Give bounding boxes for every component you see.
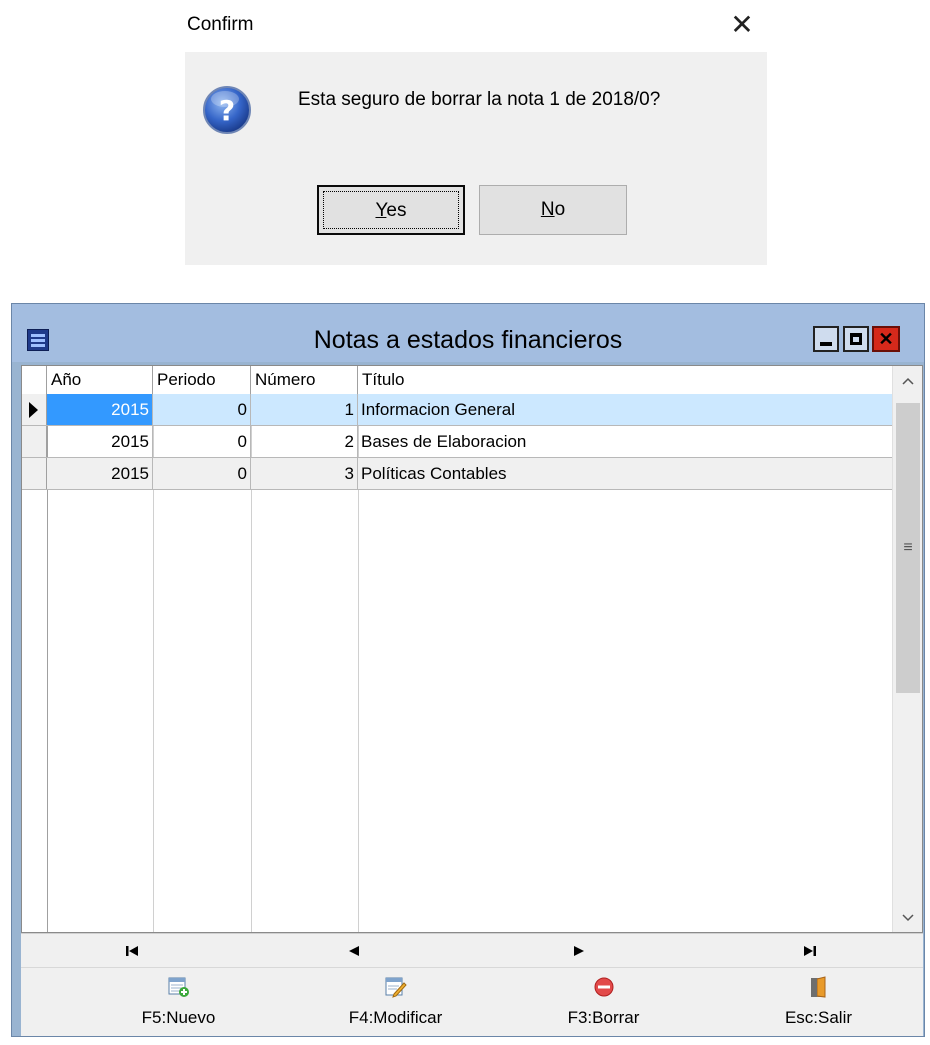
cell-title[interactable]: Políticas Contables: [358, 458, 892, 489]
record-navigator: [21, 933, 923, 968]
column-header-number[interactable]: Número: [251, 366, 358, 394]
delete-record-icon: [594, 977, 613, 997]
edit-label: F4:Modificar: [348, 1008, 443, 1027]
cell-number[interactable]: 1: [251, 394, 358, 425]
vertical-scrollbar[interactable]: ≡: [892, 366, 922, 932]
row-indicator: [22, 394, 47, 425]
new-record-icon: [168, 977, 189, 997]
confirm-dialog: Confirm ✕ ? Esta seguro de borrar la not…: [185, 0, 767, 265]
no-mnemonic: N: [540, 199, 555, 220]
dialog-titlebar: Confirm ✕: [185, 0, 767, 52]
cell-number[interactable]: 2: [251, 426, 358, 457]
dialog-close-icon[interactable]: ✕: [725, 8, 759, 42]
cell-period[interactable]: 0: [153, 394, 251, 425]
first-icon: [126, 946, 138, 956]
dialog-message: Esta seguro de borrar la nota 1 de 2018/…: [298, 89, 661, 110]
dialog-title: Confirm: [187, 14, 254, 35]
minimize-button[interactable]: [813, 326, 839, 352]
new-button[interactable]: F5:Nuevo: [66, 968, 291, 1036]
cell-year[interactable]: 2015: [47, 394, 153, 425]
table-row[interactable]: 2015 0 1 Informacion General: [22, 394, 892, 426]
yes-label-rest: es: [386, 200, 407, 221]
cell-title[interactable]: Bases de Elaboracion: [358, 426, 892, 457]
notes-grid[interactable]: Año Periodo Número Título 2015 0 1 Infor…: [21, 365, 923, 933]
next-record-button[interactable]: [471, 934, 696, 968]
no-button[interactable]: No: [479, 185, 627, 235]
window-titlebar[interactable]: Notas a estados financieros: [12, 304, 924, 362]
cell-title[interactable]: Informacion General: [358, 394, 892, 425]
column-header-title[interactable]: Título: [358, 366, 892, 394]
cell-period[interactable]: 0: [153, 426, 251, 457]
cell-number[interactable]: 3: [251, 458, 358, 489]
prior-icon: [349, 946, 359, 956]
scroll-up-icon[interactable]: [893, 366, 922, 394]
current-row-arrow-icon: [29, 402, 38, 418]
table-row[interactable]: 2015 0 2 Bases de Elaboracion: [22, 426, 892, 458]
exit-button[interactable]: Esc:Salir: [706, 968, 930, 1036]
window-title: Notas a estados financieros: [313, 326, 623, 354]
table-row[interactable]: 2015 0 3 Políticas Contables: [22, 458, 892, 490]
cell-period[interactable]: 0: [153, 458, 251, 489]
delete-label: F3:Borrar: [567, 1008, 640, 1027]
edit-button[interactable]: F4:Modificar: [283, 968, 508, 1036]
grip-icon: ≡: [903, 539, 913, 556]
header-indicator: [22, 366, 47, 394]
new-label: F5:Nuevo: [141, 1008, 216, 1027]
row-indicator: [22, 426, 47, 457]
yes-mnemonic: Y: [375, 200, 387, 221]
scroll-down-icon[interactable]: [893, 904, 922, 932]
row-indicator: [22, 458, 47, 489]
last-icon: [804, 946, 816, 956]
first-record-button[interactable]: [21, 934, 246, 968]
cell-year[interactable]: 2015: [47, 426, 153, 457]
prior-record-button[interactable]: [246, 934, 471, 968]
close-button[interactable]: [872, 326, 900, 352]
grid-header: Año Periodo Número Título: [22, 366, 892, 395]
scroll-thumb[interactable]: ≡: [896, 403, 920, 693]
no-label-rest: o: [554, 199, 566, 220]
column-header-period[interactable]: Periodo: [153, 366, 251, 394]
exit-label: Esc:Salir: [784, 1008, 853, 1027]
exit-door-icon: [810, 976, 825, 998]
svg-text:?: ?: [219, 94, 235, 127]
cell-year[interactable]: 2015: [47, 458, 153, 489]
dialog-body: ? Esta seguro de borrar la nota 1 de 201…: [185, 52, 767, 265]
question-icon: ?: [203, 86, 251, 134]
next-icon: [574, 946, 584, 956]
action-toolbar: F5:Nuevo F4:Modificar F3:Borrar Esc:Sali…: [21, 967, 923, 1036]
edit-record-icon: [385, 977, 407, 998]
yes-button[interactable]: Yes: [317, 185, 465, 235]
maximize-button[interactable]: [843, 326, 869, 352]
main-window: Notas a estados financieros Año Periodo …: [11, 303, 925, 1037]
column-header-year[interactable]: Año: [47, 366, 153, 394]
last-record-button[interactable]: [696, 934, 921, 968]
delete-button[interactable]: F3:Borrar: [491, 968, 716, 1036]
